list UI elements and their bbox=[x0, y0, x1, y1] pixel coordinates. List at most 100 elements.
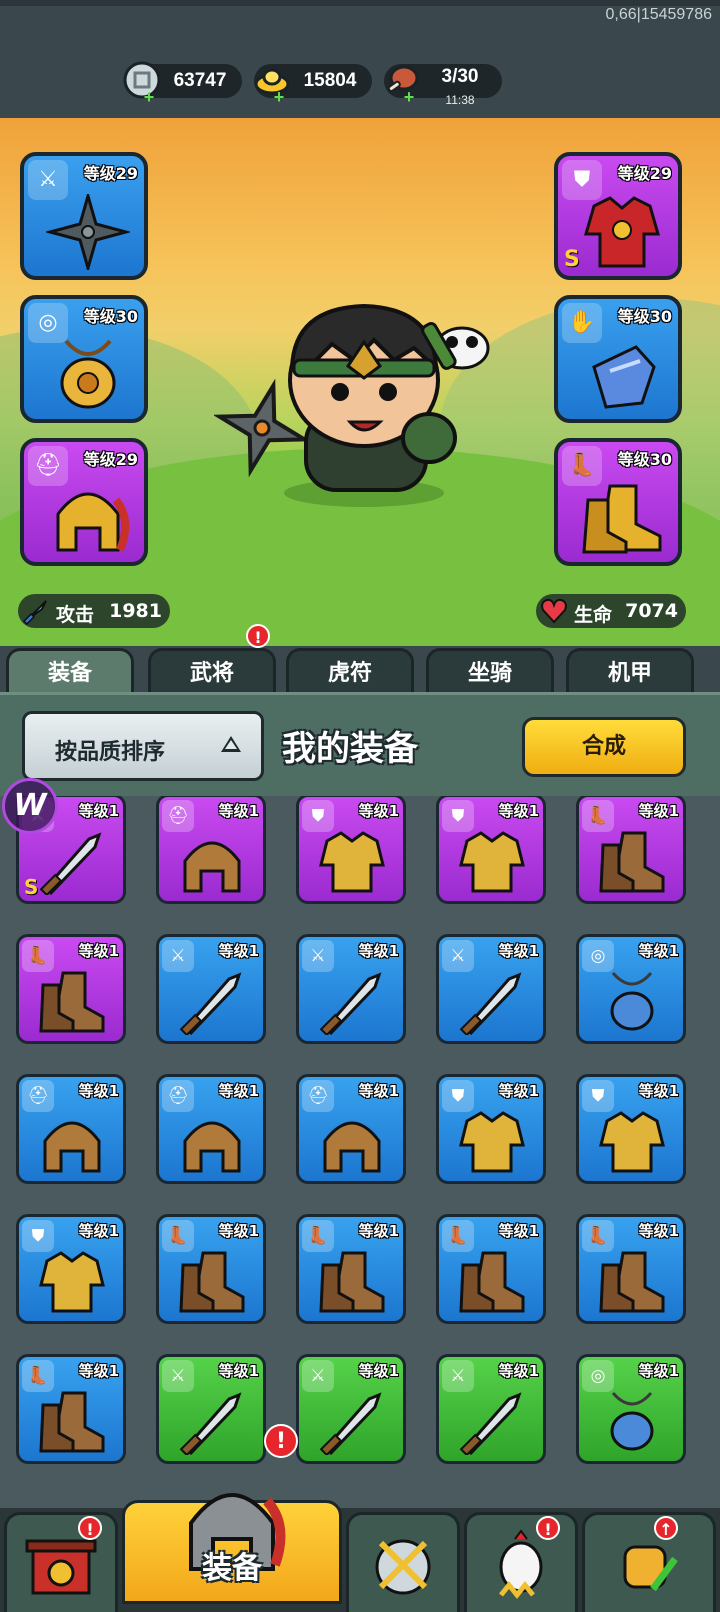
helmet-icon: ⛑ bbox=[162, 800, 194, 832]
tab-generals[interactable]: 武将 bbox=[148, 648, 276, 696]
item-level: 等级1 bbox=[358, 942, 399, 960]
item-level: 等级1 bbox=[218, 1362, 259, 1380]
jade-pendant-icon bbox=[60, 339, 116, 409]
nav-equipment-label: 装备 bbox=[202, 1551, 262, 1586]
stamina-counter[interactable]: + 3/30 11:38 bbox=[384, 64, 502, 107]
gold-counter[interactable]: + 15804 bbox=[254, 64, 372, 106]
inventory-item[interactable]: 👢 等级1 bbox=[436, 1214, 546, 1324]
boots-icon: 👢 bbox=[302, 1220, 334, 1252]
nav-battle[interactable] bbox=[346, 1512, 460, 1612]
add-gold-icon[interactable]: + bbox=[272, 88, 286, 106]
item-level: 等级1 bbox=[78, 1082, 119, 1100]
helmet-icon: ⛑ bbox=[22, 1080, 54, 1112]
add-stamina-icon[interactable]: + bbox=[402, 88, 416, 106]
sort-label: 按品质排序 bbox=[55, 740, 166, 765]
inventory-item[interactable]: 👢 等级1 bbox=[576, 1214, 686, 1324]
inventory-item[interactable]: 👢 等级1 bbox=[296, 1214, 406, 1324]
stamina-amount: 3/30 bbox=[441, 66, 479, 87]
hero-alert-badge: ! bbox=[536, 1516, 560, 1540]
add-silver-icon[interactable]: + bbox=[142, 88, 156, 106]
boots-icon: 👢 bbox=[582, 1220, 614, 1252]
tab-mecha[interactable]: 机甲 bbox=[566, 648, 694, 696]
tab-tiger-tally[interactable]: 虎符 bbox=[286, 648, 414, 696]
item-level: 等级1 bbox=[498, 1222, 539, 1240]
item-level: 等级1 bbox=[358, 1362, 399, 1380]
inventory-item[interactable]: ⚔ 等级1 bbox=[156, 1354, 266, 1464]
inventory-item[interactable]: ⛑ 等级1 bbox=[156, 1074, 266, 1184]
bronze-helmet-icon bbox=[183, 841, 241, 893]
hp-label: 生命 bbox=[574, 604, 613, 626]
upgrade-alert-badge: ↑ bbox=[654, 1516, 678, 1540]
inventory-item[interactable]: ⛑ 等级1 bbox=[156, 796, 266, 904]
inventory-item[interactable]: ◎ 等级1 bbox=[576, 1354, 686, 1464]
slot-amulet[interactable]: ◎ 等级30 bbox=[20, 295, 148, 423]
inventory-item[interactable]: 👢 等级1 bbox=[16, 934, 126, 1044]
boots-icon: 👢 bbox=[162, 1220, 194, 1252]
attack-value: 1981 bbox=[109, 600, 162, 622]
armor-icon: ⛊ bbox=[582, 1080, 614, 1112]
sort-dropdown[interactable]: 按品质排序 bbox=[22, 711, 264, 781]
inventory-item[interactable]: ⛊ 等级1 bbox=[296, 796, 406, 904]
item-level: 等级1 bbox=[498, 942, 539, 960]
armor-icon: ⛊ bbox=[442, 800, 474, 832]
inventory-item[interactable]: 👢 等级1 bbox=[16, 1354, 126, 1464]
armor-icon: ⛊ bbox=[442, 1080, 474, 1112]
slot-gauntlet[interactable]: ✋ 等级30 bbox=[554, 295, 682, 423]
weapon-icon: ⚔ bbox=[162, 940, 194, 972]
triangle-up-icon bbox=[221, 736, 241, 752]
floating-w-logo-icon[interactable]: W bbox=[2, 778, 58, 834]
slot-armor[interactable]: ⛊ 等级29 S bbox=[554, 152, 682, 280]
boots-icon: 👢 bbox=[582, 800, 614, 832]
item-level: 等级1 bbox=[638, 802, 679, 820]
inventory-item[interactable]: ◎ 等级1 bbox=[576, 934, 686, 1044]
violet-boots-icon bbox=[599, 1251, 665, 1313]
inventory-item[interactable]: ⚔ 等级1 bbox=[296, 1354, 406, 1464]
inventory-grid: ⚔ 等级1 S ⛑ 等级1 ⛊ 等级1 ⛊ 等级1 👢 等级1 👢 等级1 ⚔ 等级1 ⚔ 等级1 ⚔ 等级1 ◎ 等级… bbox=[0, 796, 720, 1508]
top-bar: 0,66|15459786 + 63747 + 15804 + 3/30 11:… bbox=[0, 0, 720, 118]
nav-upgrade[interactable] bbox=[582, 1512, 716, 1612]
nav-equipment[interactable]: 装备 bbox=[122, 1493, 342, 1604]
inventory-item[interactable]: ⛊ 等级1 bbox=[16, 1214, 126, 1324]
inventory-item[interactable]: ⚔ 等级1 bbox=[156, 934, 266, 1044]
blue-pendant-icon bbox=[610, 971, 654, 1031]
slot-helmet[interactable]: ⛑ 等级29 bbox=[20, 438, 148, 566]
item-level: 等级1 bbox=[78, 942, 119, 960]
item-level: 等级1 bbox=[358, 802, 399, 820]
inventory-item[interactable]: ⚔ 等级1 bbox=[296, 934, 406, 1044]
boots-icon: 👢 bbox=[22, 1360, 54, 1392]
hero-scene: ⚔ 等级29 ◎ 等级30 ⛑ 等级29 ⛊ 等级29 S ✋ 等级30 👢 等… bbox=[0, 118, 720, 646]
tab-mount[interactable]: 坐骑 bbox=[426, 648, 554, 696]
item-level: 等级1 bbox=[498, 1362, 539, 1380]
battle-shield-icon bbox=[375, 1539, 431, 1595]
heart-icon bbox=[541, 598, 567, 624]
item-level: 等级1 bbox=[358, 1082, 399, 1100]
slot-weapon[interactable]: ⚔ 等级29 bbox=[20, 152, 148, 280]
boots-icon: 👢 bbox=[22, 940, 54, 972]
inventory-item[interactable]: ⛑ 等级1 bbox=[296, 1074, 406, 1184]
item-level: 等级1 bbox=[218, 942, 259, 960]
silver-coin-counter[interactable]: + 63747 bbox=[123, 61, 242, 106]
inventory-item[interactable]: 👢 等级1 bbox=[576, 796, 686, 904]
helmet-icon: ⛑ bbox=[302, 1080, 334, 1112]
slot-boots[interactable]: 👢 等级30 bbox=[554, 438, 682, 566]
grade-label: S bbox=[564, 247, 580, 272]
item-level: 等级1 bbox=[638, 1362, 679, 1380]
slot-level: 等级29 bbox=[617, 164, 672, 183]
slot-level: 等级30 bbox=[617, 450, 672, 469]
inventory-item[interactable]: 👢 等级1 bbox=[156, 1214, 266, 1324]
item-level: 等级1 bbox=[498, 1082, 539, 1100]
merge-button[interactable]: 合成 bbox=[522, 717, 686, 777]
nav-hero[interactable] bbox=[464, 1512, 578, 1612]
inventory-item[interactable]: ⛊ 等级1 bbox=[576, 1074, 686, 1184]
inventory-item[interactable]: ⚔ 等级1 bbox=[436, 1354, 546, 1464]
weapon-icon: ⚔ bbox=[442, 1360, 474, 1392]
gold-boots-icon bbox=[582, 484, 662, 554]
hero-character[interactable] bbox=[214, 288, 544, 518]
inventory-header: 按品质排序 我的装备 合成 bbox=[0, 692, 720, 796]
hp-stat: 生命 7074 bbox=[536, 594, 686, 628]
inventory-item[interactable]: ⛊ 等级1 bbox=[436, 1074, 546, 1184]
inventory-item[interactable]: ⛑ 等级1 bbox=[16, 1074, 126, 1184]
tab-equipment[interactable]: 装备 bbox=[6, 648, 134, 696]
inventory-item[interactable]: ⛊ 等级1 bbox=[436, 796, 546, 904]
inventory-item[interactable]: ⚔ 等级1 bbox=[436, 934, 546, 1044]
